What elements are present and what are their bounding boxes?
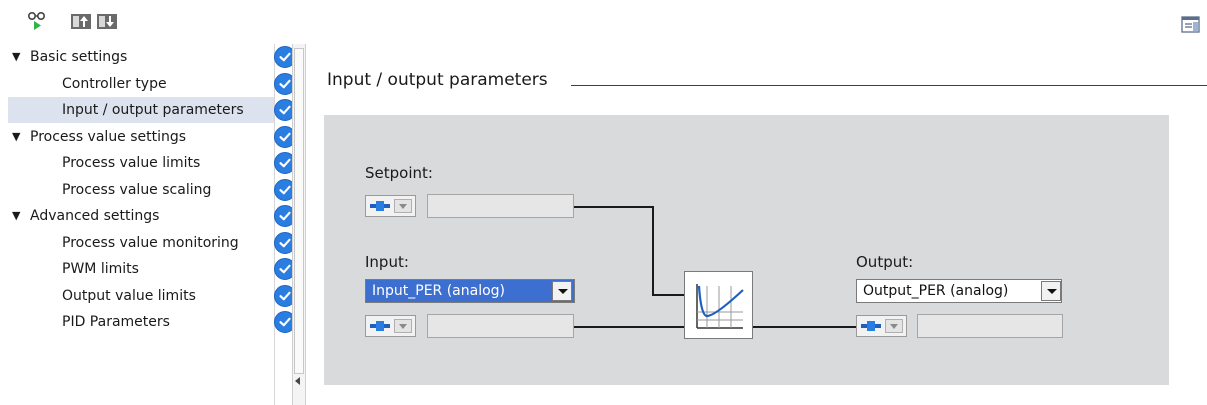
chevron-down-icon[interactable] [1041, 281, 1061, 301]
setpoint-wire-to-pid [652, 294, 685, 296]
output-connector-button[interactable] [856, 315, 907, 337]
output-field[interactable] [917, 314, 1063, 338]
settings-tree: ▼ Basic settings Controller type Input / ou… [8, 44, 299, 405]
input-type-value: Input_PER (analog) [372, 283, 506, 299]
connector-icon [861, 321, 881, 331]
tree-item-label: Process value settings [30, 128, 187, 145]
chevron-down-icon[interactable] [394, 199, 412, 213]
tree-item[interactable]: Process value monitoring [8, 230, 274, 256]
chevron-down-icon[interactable] [552, 281, 572, 301]
output-wire [753, 326, 856, 328]
io-parameters-panel [324, 115, 1169, 385]
tree-column-divider [274, 44, 275, 405]
connector-icon [370, 321, 390, 331]
input-connector-button[interactable] [365, 315, 416, 337]
tree-item-label: Controller type [62, 75, 167, 92]
tree-scrollbar-thumb[interactable] [294, 48, 304, 374]
input-wire [574, 326, 685, 328]
chevron-down-icon[interactable] [885, 319, 903, 333]
setpoint-wire-vertical [652, 206, 654, 295]
download-from-device-icon[interactable] [96, 10, 118, 32]
output-type-value: Output_PER (analog) [863, 283, 1009, 299]
output-type-select[interactable]: Output_PER (analog) [856, 279, 1062, 303]
input-field[interactable] [427, 314, 574, 338]
toolbar [0, 0, 1207, 44]
tree-item-label: Advanced settings [30, 208, 160, 224]
expand-arrow-icon[interactable]: ▼ [12, 203, 20, 229]
tree-item-label: Output value limits [62, 287, 196, 304]
section-title-rule [571, 85, 1207, 86]
tree-item[interactable]: ▼ Basic settings [8, 44, 274, 70]
tree-item[interactable]: Process value scaling [8, 177, 274, 203]
expand-arrow-icon[interactable]: ▼ [12, 44, 20, 70]
tree-item[interactable]: PID Parameters [8, 309, 274, 335]
tree-item-label: PWM limits [62, 261, 139, 277]
tree-item[interactable]: Input / output parameters [8, 97, 274, 123]
tree-item-label: Process value scaling [62, 181, 212, 198]
expand-arrow-icon[interactable]: ▼ [12, 124, 20, 150]
tree-scrollbar[interactable] [292, 44, 306, 405]
tree-item-label: Process value limits [62, 155, 201, 171]
tree-item-label: Basic settings [30, 49, 128, 65]
setpoint-label: Setpoint: [365, 164, 433, 182]
tree-item[interactable]: PWM limits [8, 256, 274, 282]
input-label: Input: [365, 253, 409, 271]
tree-item-label: Input / output parameters [62, 102, 244, 118]
monitor-glasses-icon[interactable] [26, 10, 48, 32]
setpoint-wire [574, 206, 653, 208]
setpoint-field[interactable] [427, 194, 574, 218]
output-label: Output: [856, 253, 914, 271]
setpoint-connector-button[interactable] [365, 195, 416, 217]
upload-to-device-icon[interactable] [70, 10, 92, 32]
tree-item-label: Process value monitoring [62, 234, 239, 251]
window-layout-icon[interactable] [1180, 14, 1202, 36]
chevron-down-icon[interactable] [394, 319, 412, 333]
tree-item[interactable]: Controller type [8, 71, 274, 97]
pid-controller-graph-icon [684, 271, 753, 339]
tree-item[interactable]: Output value limits [8, 283, 274, 309]
tree-item[interactable]: Process value limits [8, 150, 274, 176]
input-type-select[interactable]: Input_PER (analog) [365, 279, 575, 303]
scroll-arrow-icon[interactable] [295, 377, 300, 385]
connector-icon [370, 201, 390, 211]
tree-item[interactable]: ▼ Advanced settings [8, 203, 274, 229]
tree-item-label: PID Parameters [62, 314, 170, 330]
section-title: Input / output parameters [327, 70, 548, 90]
tree-item[interactable]: ▼ Process value settings [8, 124, 274, 150]
